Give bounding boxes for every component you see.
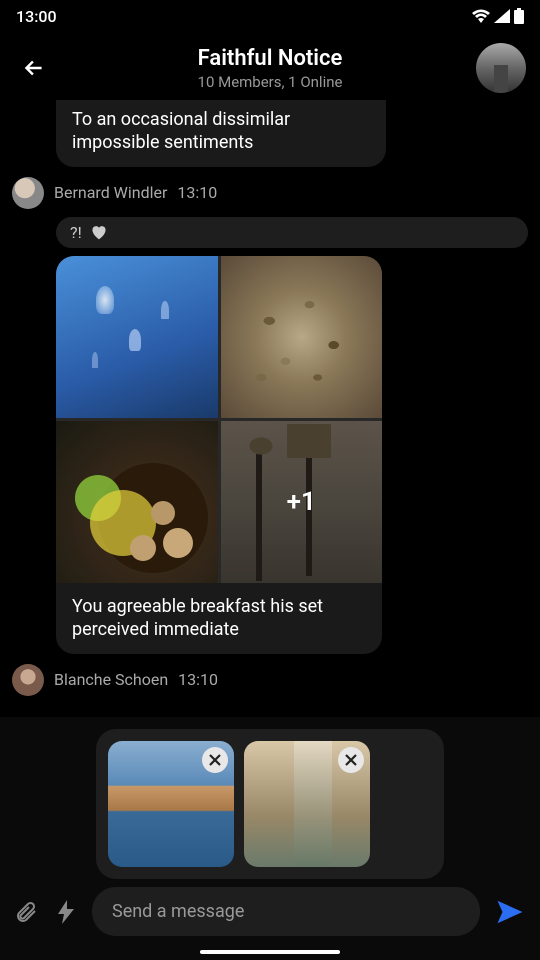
message-meta: Blanche Schoen 13:10 xyxy=(12,664,528,696)
header-title-group[interactable]: Faithful Notice 10 Members, 1 Online xyxy=(198,46,343,91)
media-grid: +1 xyxy=(56,256,382,583)
media-overflow-count: +1 xyxy=(287,487,316,517)
home-indicator[interactable] xyxy=(200,950,340,954)
media-thumbnail[interactable]: +1 xyxy=(221,421,383,583)
chat-title: Faithful Notice xyxy=(198,46,343,71)
status-bar: 13:00 xyxy=(0,0,540,32)
attachment-preview xyxy=(96,729,444,879)
chat-header: Faithful Notice 10 Members, 1 Online xyxy=(0,32,540,104)
remove-attachment-button[interactable] xyxy=(202,747,228,773)
reaction-text: ?! xyxy=(70,223,82,242)
battery-icon xyxy=(514,8,524,24)
heart-icon xyxy=(90,224,108,240)
status-time: 13:00 xyxy=(16,7,57,26)
back-button[interactable] xyxy=(14,48,54,88)
signal-icon xyxy=(494,9,510,23)
paperclip-icon xyxy=(14,900,38,924)
bolt-icon xyxy=(56,900,76,924)
attach-button[interactable] xyxy=(12,898,40,926)
message-bubble[interactable]: To an occasional dissimilar impossible s… xyxy=(56,100,386,167)
attachment-thumbnail[interactable] xyxy=(108,741,234,867)
media-overflow-overlay: +1 xyxy=(221,421,383,583)
chat-avatar[interactable] xyxy=(476,43,526,93)
messages-list[interactable]: To an occasional dissimilar impossible s… xyxy=(0,104,540,704)
message-text: To an occasional dissimilar impossible s… xyxy=(72,109,290,153)
composer-row: Send a message xyxy=(0,887,540,936)
chat-subtitle: 10 Members, 1 Online xyxy=(198,73,343,91)
input-placeholder: Send a message xyxy=(112,901,244,922)
message-input[interactable]: Send a message xyxy=(92,887,480,936)
close-icon xyxy=(208,753,222,767)
sender-avatar[interactable] xyxy=(12,177,44,209)
media-message-bubble[interactable]: +1 You agreeable breakfast his set perce… xyxy=(56,256,382,654)
media-thumbnail[interactable] xyxy=(221,256,383,418)
wifi-icon xyxy=(472,9,490,23)
attachment-thumbnail[interactable] xyxy=(244,741,370,867)
message-text: You agreeable breakfast his set perceive… xyxy=(56,583,382,654)
message-meta: Bernard Windler 13:10 xyxy=(12,177,528,209)
flash-button[interactable] xyxy=(52,898,80,926)
close-icon xyxy=(344,753,358,767)
media-thumbnail[interactable] xyxy=(56,256,218,418)
reactions-bar[interactable]: ?! xyxy=(56,217,528,248)
message-time: 13:10 xyxy=(178,670,218,689)
sender-name: Blanche Schoen xyxy=(54,670,168,689)
message-time: 13:10 xyxy=(177,183,217,202)
composer-area: Send a message xyxy=(0,717,540,960)
send-button[interactable] xyxy=(492,894,528,930)
arrow-left-icon xyxy=(21,55,47,81)
send-icon xyxy=(495,897,525,927)
remove-attachment-button[interactable] xyxy=(338,747,364,773)
sender-avatar[interactable] xyxy=(12,664,44,696)
media-thumbnail[interactable] xyxy=(56,421,218,583)
sender-name: Bernard Windler xyxy=(54,183,167,202)
status-icons xyxy=(472,8,524,24)
